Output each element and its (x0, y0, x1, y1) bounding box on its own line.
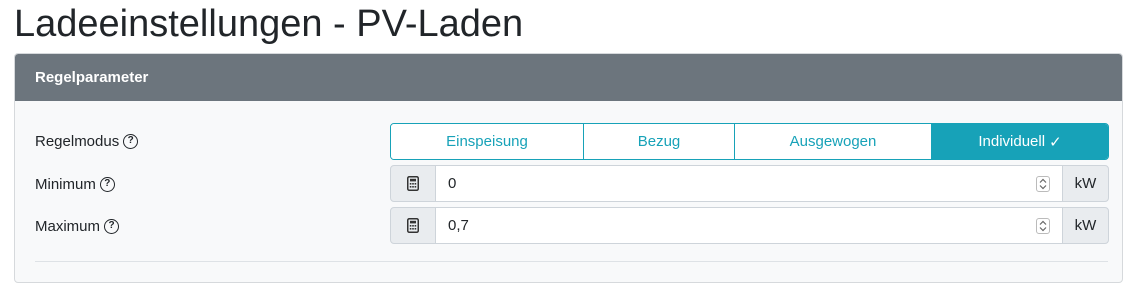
spinner-arrows-icon[interactable] (1036, 176, 1050, 192)
minimum-unit: kW (1062, 165, 1109, 202)
maximum-label-wrap: Maximum ? (35, 217, 120, 235)
question-circle-icon[interactable]: ? (104, 218, 120, 234)
maximum-unit: kW (1062, 207, 1109, 244)
option-label: Individuell (978, 133, 1046, 150)
minimum-label-wrap: Minimum ? (35, 176, 115, 193)
minimum-label: Minimum (35, 175, 96, 193)
option-label: Ausgewogen (789, 133, 877, 150)
minimum-row: Minimum ? (35, 166, 115, 202)
regelmodus-option-einspeisung[interactable]: Einspeisung (391, 124, 584, 159)
regelmodus-option-bezug[interactable]: Bezug (584, 124, 735, 159)
card-header-title: Regelparameter (35, 69, 149, 86)
question-circle-icon[interactable]: ? (99, 176, 115, 192)
minimum-value: 0 (448, 175, 457, 192)
unit-label: kW (1074, 217, 1097, 234)
regelmodus-option-ausgewogen[interactable]: Ausgewogen (735, 124, 932, 159)
regelparameter-card: Regelparameter Regelmodus ? Einspeisung … (14, 53, 1123, 283)
maximum-value: 0,7 (448, 217, 469, 234)
unit-label: kW (1074, 175, 1097, 192)
card-header: Regelparameter (15, 54, 1122, 101)
maximum-row: Maximum ? (35, 208, 120, 244)
regelmodus-button-group: Einspeisung Bezug Ausgewogen Individuell… (390, 123, 1109, 160)
page-title: Ladeeinstellungen - PV-Laden (14, 3, 524, 45)
question-circle-icon[interactable]: ? (123, 133, 139, 149)
option-label: Bezug (637, 133, 681, 150)
option-label: Einspeisung (446, 133, 528, 150)
check-icon: ✓ (1049, 133, 1062, 151)
maximum-label: Maximum (35, 217, 101, 235)
maximum-input-group: 0,7 kW (390, 207, 1109, 244)
minimum-input[interactable]: 0 (436, 165, 1062, 202)
regelmodus-row: Regelmodus ? (35, 123, 139, 159)
calculator-icon (390, 207, 436, 244)
regelmodus-option-individuell[interactable]: Individuell ✓ (932, 124, 1108, 159)
regelmodus-label: Regelmodus (35, 132, 120, 150)
regelmodus-label-wrap: Regelmodus ? (35, 132, 139, 150)
calculator-icon (390, 165, 436, 202)
maximum-input[interactable]: 0,7 (436, 207, 1062, 244)
minimum-input-group: 0 kW (390, 165, 1109, 202)
divider (35, 261, 1108, 262)
spinner-arrows-icon[interactable] (1036, 218, 1050, 234)
